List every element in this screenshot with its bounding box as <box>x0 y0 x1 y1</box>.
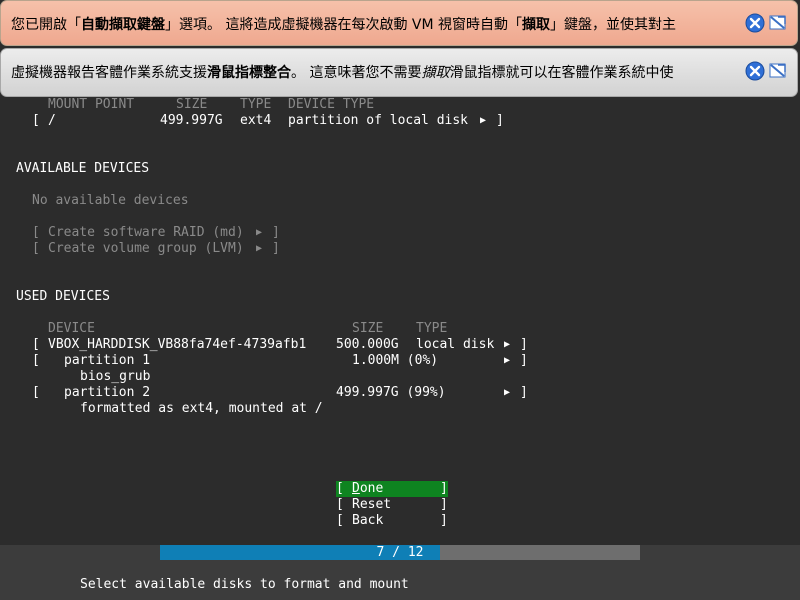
used-type-header: TYPE <box>416 321 448 336</box>
message-bold: 滑鼠指標整合 <box>207 65 291 81</box>
partition-2-size: 499.997G (99%) <box>336 385 446 400</box>
device-header: DEVICE <box>48 321 95 336</box>
reset-label: Reset <box>352 497 392 512</box>
partition-1-detail: bios_grub <box>80 369 151 384</box>
used-devices-title: USED DEVICES <box>16 289 110 304</box>
back-label: Back <box>352 513 384 528</box>
row-open-bracket: [ <box>32 337 40 352</box>
button-open-bracket: [ <box>336 513 344 528</box>
button-close-bracket: ] <box>272 241 280 256</box>
triangle-right-icon: ▶ <box>256 227 263 238</box>
used-size-header: SIZE <box>352 321 384 336</box>
type-header: TYPE <box>240 97 272 112</box>
disk-size: 500.000G <box>336 337 399 352</box>
disk-name: VBOX_HARDDISK_VB88fa74ef-4739afb1 <box>48 337 307 352</box>
button-open-bracket: [ <box>32 241 40 256</box>
progress-label: 7 / 12 <box>376 545 424 560</box>
disk-type: local disk <box>416 337 495 352</box>
installer-screen: 您已開啟「自動擷取鍵盤」選項。 這將造成虛擬機器在每次啟動 VM 視窗時自動「擷… <box>0 0 800 600</box>
triangle-right-icon: ▶ <box>480 115 487 126</box>
mount-point-header: MOUNT POINT <box>48 97 135 112</box>
message-text: 」鍵盤，並使其對主 <box>550 17 677 33</box>
triangle-right-icon: ▶ <box>504 387 511 398</box>
done-close-bracket: ] <box>440 481 448 496</box>
row-open-bracket: [ <box>32 113 40 128</box>
message-italic: 擷取 <box>421 65 450 81</box>
row-close-bracket: ] <box>520 385 528 400</box>
close-icon[interactable] <box>745 13 765 33</box>
triangle-right-icon: ▶ <box>504 355 511 366</box>
row-close-bracket: ] <box>520 353 528 368</box>
button-close-bracket: ] <box>440 513 448 528</box>
done-open-bracket: [ <box>336 481 344 496</box>
mount-point: / <box>48 113 56 128</box>
row-close-bracket: ] <box>496 113 504 128</box>
partition-2-detail: formatted as ext4, mounted at / <box>80 401 323 416</box>
triangle-right-icon: ▶ <box>256 243 263 254</box>
message-text: 。 這意味著您不需要 <box>291 65 422 81</box>
done-label-rest: one <box>359 481 384 496</box>
button-close-bracket: ] <box>440 497 448 512</box>
row-open-bracket: [ <box>32 353 40 368</box>
create-lvm-label: Create volume group (LVM) <box>48 241 244 256</box>
message-text: 」選項。 這將造成虛擬機器在每次啟動 VM 視窗時自動「 <box>165 17 523 33</box>
mouse-integration-message: 虛擬機器報告客體作業系統支援滑鼠指標整合。 這意味著您不需要擷取滑鼠指標就可以在… <box>11 62 735 82</box>
no-available-devices-text: No available devices <box>32 193 189 208</box>
message-text: 您已開啟「 <box>11 17 81 33</box>
button-open-bracket: [ <box>336 497 344 512</box>
message-text: 虛擬機器報告客體作業系統支援 <box>11 65 207 81</box>
mount-device-type: partition of local disk <box>288 113 469 128</box>
pin-icon[interactable] <box>768 61 788 81</box>
row-open-bracket: [ <box>32 385 40 400</box>
message-text: 滑鼠指標就可以在客體作業系統中使 <box>449 65 674 81</box>
done-label: Done <box>352 481 383 497</box>
triangle-right-icon: ▶ <box>504 339 511 350</box>
size-header: SIZE <box>176 97 208 112</box>
close-icon[interactable] <box>745 61 765 81</box>
button-open-bracket: [ <box>32 225 40 240</box>
button-close-bracket: ] <box>272 225 280 240</box>
device-type-header: DEVICE TYPE <box>288 97 375 112</box>
partition-2-name: partition 2 <box>64 385 151 400</box>
partition-1-size: 1.000M (0%) <box>352 353 439 368</box>
pin-icon[interactable] <box>768 13 788 33</box>
mount-type: ext4 <box>240 113 272 128</box>
keyboard-capture-notification: 您已開啟「自動擷取鍵盤」選項。 這將造成虛擬機器在每次啟動 VM 視窗時自動「擷… <box>0 0 798 46</box>
help-hint: Select available disks to format and mou… <box>80 577 409 592</box>
message-bold: 自動擷取鍵盤 <box>81 17 165 33</box>
mouse-integration-notification: 虛擬機器報告客體作業系統支援滑鼠指標整合。 這意味著您不需要擷取滑鼠指標就可以在… <box>0 48 798 97</box>
available-devices-title: AVAILABLE DEVICES <box>16 161 150 176</box>
done-hotkey: D <box>352 481 360 496</box>
partition-1-name: partition 1 <box>64 353 151 368</box>
row-close-bracket: ] <box>520 337 528 352</box>
message-bold: 擷取 <box>522 17 551 33</box>
create-raid-label: Create software RAID (md) <box>48 225 244 240</box>
mount-size: 499.997G <box>160 113 223 128</box>
keyboard-capture-message: 您已開啟「自動擷取鍵盤」選項。 這將造成虛擬機器在每次啟動 VM 視窗時自動「擷… <box>11 14 735 34</box>
